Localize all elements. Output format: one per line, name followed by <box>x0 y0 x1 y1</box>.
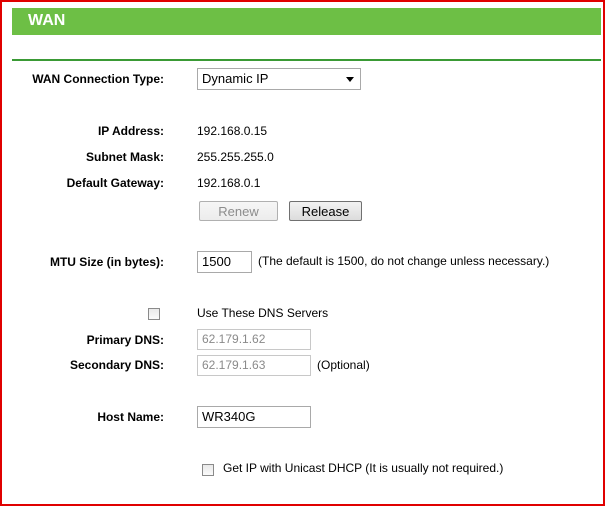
subnet-mask-label: Subnet Mask: <box>85 150 164 164</box>
mtu-input[interactable]: 1500 <box>197 251 252 273</box>
host-name-label: Host Name: <box>97 410 164 424</box>
mtu-hint: (The default is 1500, do not change unle… <box>258 254 550 268</box>
connection-type-select[interactable]: Dynamic IP <box>197 68 361 90</box>
use-dns-checkbox[interactable] <box>148 308 160 320</box>
ip-address-label: IP Address: <box>97 124 164 138</box>
secondary-dns-input[interactable]: 62.179.1.63 <box>197 355 311 376</box>
primary-dns-input[interactable]: 62.179.1.62 <box>197 329 311 350</box>
secondary-dns-optional: (Optional) <box>317 358 370 372</box>
host-name-input[interactable]: WR340G <box>197 406 311 428</box>
chevron-down-icon <box>346 77 354 82</box>
header-divider <box>12 59 601 61</box>
connection-type-label: WAN Connection Type: <box>32 72 164 86</box>
subnet-mask-value: 255.255.255.0 <box>197 150 274 164</box>
page-title: WAN <box>28 12 66 29</box>
connection-type-value: Dynamic IP <box>202 71 269 86</box>
unicast-dhcp-label: Get IP with Unicast DHCP (It is usually … <box>223 461 504 475</box>
renew-button[interactable]: Renew <box>199 201 278 221</box>
release-button[interactable]: Release <box>289 201 362 221</box>
use-dns-label: Use These DNS Servers <box>197 306 329 320</box>
default-gateway-value: 192.168.0.1 <box>197 176 261 190</box>
ip-address-value: 192.168.0.15 <box>197 124 268 138</box>
mtu-label: MTU Size (in bytes): <box>49 255 164 269</box>
secondary-dns-label: Secondary DNS: <box>69 358 164 372</box>
primary-dns-label: Primary DNS: <box>86 333 164 347</box>
unicast-dhcp-checkbox[interactable] <box>202 464 214 476</box>
default-gateway-label: Default Gateway: <box>66 176 164 190</box>
section-header: WAN <box>12 8 601 35</box>
